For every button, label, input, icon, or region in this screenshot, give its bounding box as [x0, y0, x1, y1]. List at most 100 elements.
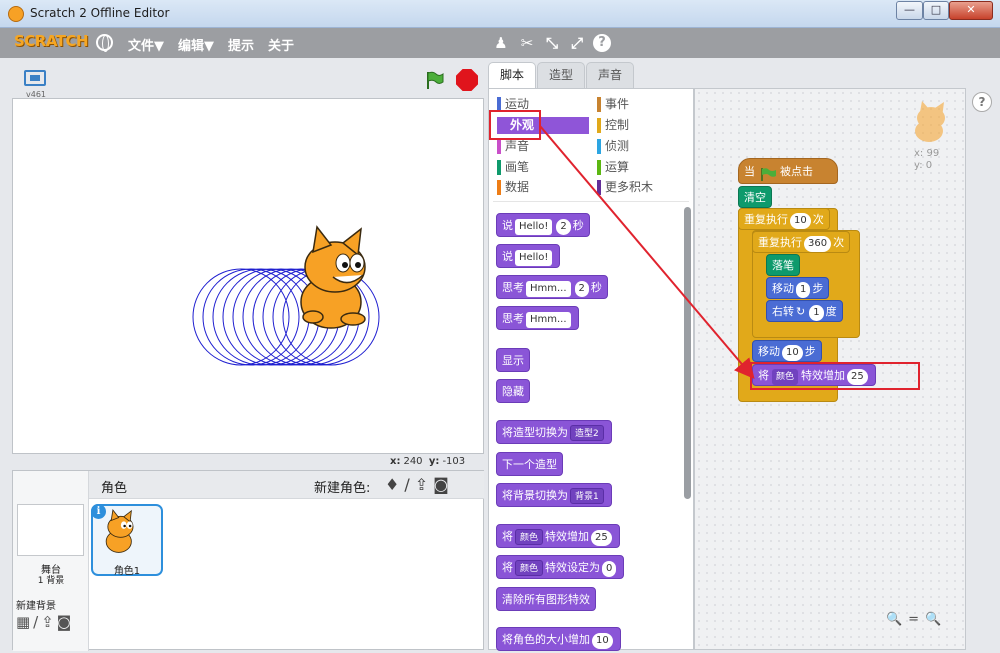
category-control[interactable]: 控制: [597, 117, 629, 134]
new-sprite-icons[interactable]: ♦/⇪◙: [385, 475, 454, 494]
script-move-1[interactable]: 移动 1 步: [766, 277, 830, 299]
window-title: Scratch 2 Offline Editor: [30, 6, 170, 20]
block-number-input[interactable]: 2: [574, 281, 589, 297]
tab-scripts[interactable]: 脚本: [488, 62, 536, 89]
category-operators[interactable]: 运算: [597, 159, 629, 176]
close-button[interactable]: ✕: [949, 1, 993, 20]
menu-edit[interactable]: 编辑▼: [178, 35, 214, 54]
sprite-pane: 舞台 1 背景 新建背景 ▦/⇪◙ 角色 新建角色: ♦/⇪◙ i 角色1: [12, 470, 484, 651]
block-number-input[interactable]: 10: [592, 633, 613, 649]
category-sensing[interactable]: 侦测: [597, 138, 629, 155]
category-more-blocks[interactable]: 更多积木: [597, 179, 653, 196]
block-text-input[interactable]: Hmm...: [526, 312, 571, 328]
coord-x-value: 240: [403, 456, 423, 467]
script-when-flag-clicked[interactable]: 当 被点击: [738, 158, 838, 184]
block-number-input[interactable]: 360: [804, 236, 832, 252]
backdrop-count: 1 背景: [37, 576, 65, 586]
shrink-icon[interactable]: ⤢: [568, 34, 586, 52]
script-turn-right[interactable]: 右转 ↻ 1 度: [766, 300, 843, 322]
block-number-input[interactable]: 0: [602, 561, 617, 577]
sprite-corner-thumbnail: [915, 101, 945, 142]
block-dropdown[interactable]: 造型2: [570, 425, 604, 441]
minimize-button[interactable]: —: [896, 1, 923, 20]
block-think[interactable]: 思考 Hmm...: [496, 306, 579, 330]
zoom-controls[interactable]: 🔍=🔍: [886, 612, 947, 627]
fullscreen-icon[interactable]: [24, 70, 46, 86]
tab-costumes[interactable]: 造型: [537, 62, 585, 88]
block-change-effect[interactable]: 将颜色 特效增加 25: [496, 524, 620, 548]
block-number-input[interactable]: 2: [556, 219, 571, 235]
script-pen-down[interactable]: 落笔: [766, 254, 800, 276]
script-move-10[interactable]: 移动 10 步: [752, 340, 822, 362]
stage-column: 舞台 1 背景 新建背景 ▦/⇪◙: [13, 471, 89, 651]
block-number-input[interactable]: 1: [796, 282, 811, 298]
highlight-box-looks: [489, 110, 541, 140]
block-label: 思考: [502, 312, 524, 325]
tab-sounds[interactable]: 声音: [586, 62, 634, 88]
stage-canvas[interactable]: [12, 98, 484, 454]
block-show[interactable]: 显示: [496, 348, 530, 372]
maximize-button[interactable]: □: [923, 1, 949, 20]
block-say-for-secs[interactable]: 说 Hello! 2 秒: [496, 213, 590, 237]
sprite-card-sprite1[interactable]: i 角色1: [91, 504, 163, 577]
block-number-input[interactable]: 1: [809, 305, 824, 321]
block-text-input[interactable]: Hmm...: [526, 281, 571, 297]
new-backdrop-icons[interactable]: ▦/⇪◙: [16, 613, 74, 631]
block-dropdown[interactable]: 颜色: [515, 560, 544, 576]
palette-divider: [493, 201, 689, 202]
block-clear-effects[interactable]: 清除所有图形特效: [496, 587, 596, 611]
stage-header: v461: [12, 62, 484, 100]
category-pen[interactable]: 画笔: [497, 159, 529, 176]
block-hide[interactable]: 隐藏: [496, 379, 530, 403]
sprites-header: 角色 新建角色: ♦/⇪◙: [89, 471, 484, 499]
block-number-input[interactable]: 25: [591, 530, 612, 546]
block-switch-backdrop[interactable]: 将背景切换为 背景1: [496, 483, 612, 507]
block-label: 将背景切换为: [502, 489, 568, 502]
new-sprite-label: 新建角色:: [314, 481, 371, 496]
sprites-title: 角色: [101, 481, 128, 496]
block-set-effect[interactable]: 将颜色 特效设定为 0: [496, 555, 625, 579]
menu-file[interactable]: 文件▼: [128, 35, 164, 54]
block-label: 秒: [590, 281, 602, 294]
delete-icon[interactable]: ✂: [518, 34, 536, 52]
stage-thumbnail[interactable]: [17, 504, 84, 556]
block-dropdown[interactable]: 颜色: [515, 529, 544, 545]
new-backdrop-label: 新建背景: [16, 601, 56, 612]
block-say[interactable]: 说 Hello!: [496, 244, 561, 268]
stop-icon[interactable]: [456, 69, 478, 91]
scratch-logo[interactable]: SCRATCH: [14, 32, 89, 50]
duplicate-icon[interactable]: ♟: [492, 34, 510, 52]
coord-y-value: -103: [442, 456, 466, 467]
block-think-for-secs[interactable]: 思考 Hmm... 2 秒: [496, 275, 608, 299]
block-label: 次: [812, 213, 824, 226]
block-label: 度: [825, 305, 837, 318]
category-data[interactable]: 数据: [497, 179, 529, 196]
script-repeat-10[interactable]: 重复执行 10 次: [738, 208, 830, 230]
spiral-drawing: [192, 225, 380, 366]
help-icon[interactable]: ?: [593, 34, 611, 52]
block-switch-costume[interactable]: 将造型切换为 造型2: [496, 420, 612, 444]
block-label: 说: [502, 250, 513, 263]
script-clear[interactable]: 清空: [738, 186, 772, 208]
menu-tips[interactable]: 提示: [228, 35, 254, 54]
sprite-position: x: 99 y: 0: [914, 148, 939, 172]
block-text-input[interactable]: Hello!: [515, 250, 553, 266]
block-change-size[interactable]: 将角色的大小增加 10: [496, 627, 621, 651]
green-flag-icon[interactable]: [424, 70, 444, 90]
help-button[interactable]: ?: [972, 92, 992, 112]
category-events[interactable]: 事件: [597, 96, 629, 113]
block-number-input[interactable]: 10: [790, 213, 811, 229]
globe-icon[interactable]: [96, 34, 113, 52]
script-repeat-360[interactable]: 重复执行 360 次: [752, 231, 851, 253]
menu-about[interactable]: 关于: [268, 35, 294, 54]
palette-scrollbar[interactable]: [684, 207, 691, 499]
block-number-input[interactable]: 10: [782, 345, 803, 361]
block-label: 特效设定为: [545, 561, 601, 574]
flag-icon: [759, 165, 777, 181]
category-sound[interactable]: 声音: [497, 138, 529, 155]
block-next-costume[interactable]: 下一个造型: [496, 452, 563, 476]
block-dropdown[interactable]: 背景1: [570, 488, 604, 504]
grow-icon[interactable]: ⤡: [543, 34, 561, 52]
block-text-input[interactable]: Hello!: [515, 219, 553, 235]
info-icon[interactable]: i: [91, 504, 106, 519]
